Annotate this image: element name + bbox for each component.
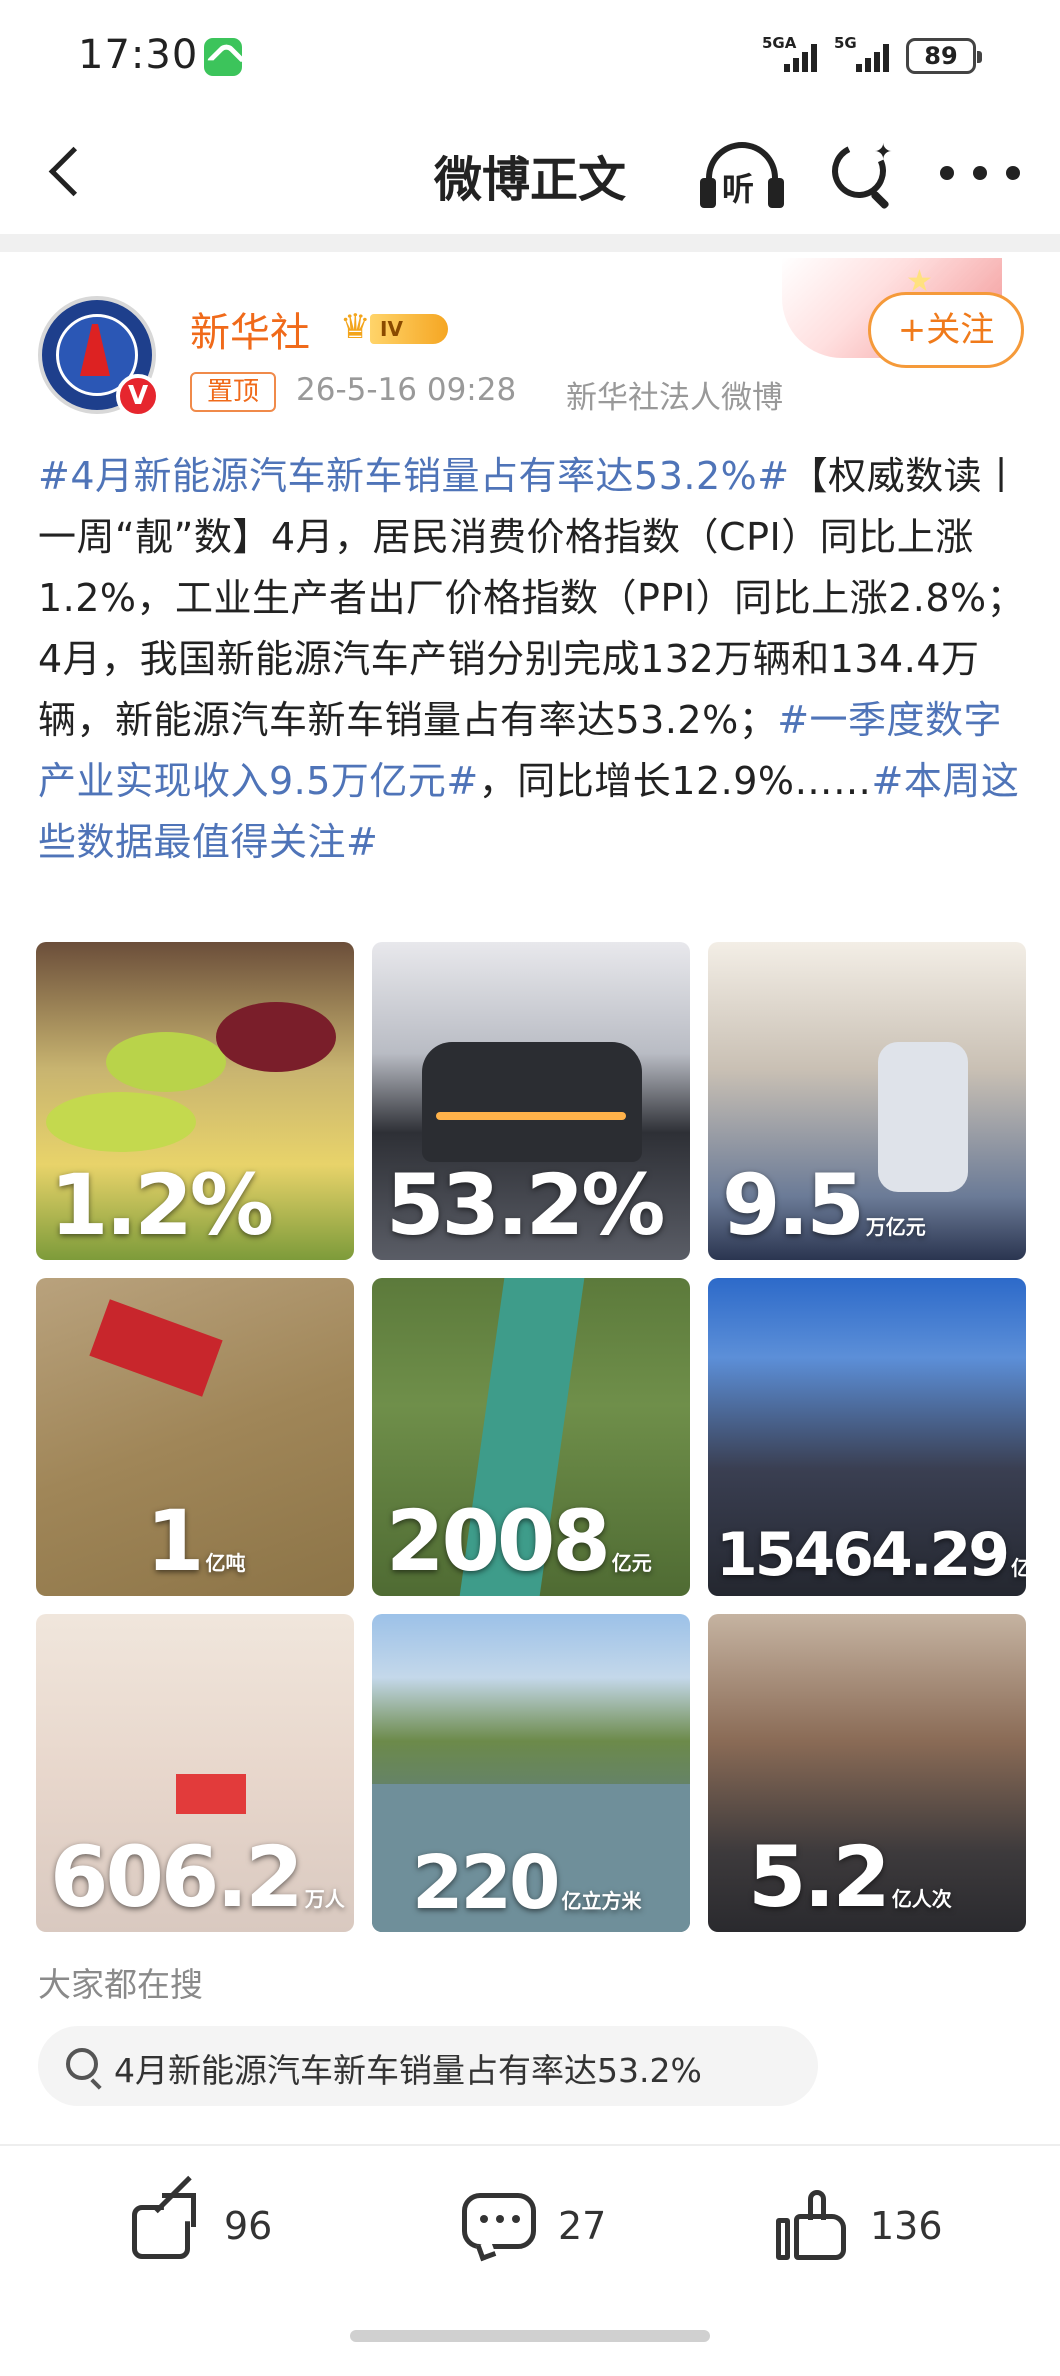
tile-value: 15464.29 <box>716 1520 1010 1590</box>
post-source: 新华社法人微博 <box>566 380 783 416</box>
image-grid: 1.2% 53.2% 9.5万亿元 1亿吨 2008亿元 15464.29亿元 … <box>36 942 1026 1932</box>
vip-level-badge: ♛ IV <box>340 308 452 346</box>
image-tile-harvester[interactable]: 1 亿吨 <box>36 1278 354 1596</box>
tile-unit: 万人 <box>304 1887 345 1911</box>
image-tile-expo[interactable]: 15464.29亿元 <box>708 1278 1026 1596</box>
image-tile-grapes[interactable]: 1.2% <box>36 942 354 1260</box>
like-button[interactable]: 136 <box>776 2186 943 2266</box>
home-indicator[interactable] <box>350 2330 710 2342</box>
battery-icon: 89 <box>906 38 982 74</box>
tile-stat: 15464.29亿元 <box>716 1520 1026 1590</box>
tile-unit: 亿元 <box>1011 1556 1026 1580</box>
tile-unit: 亿人次 <box>891 1887 952 1911</box>
tile-stat: 606.2 万人 <box>50 1828 345 1926</box>
follow-button[interactable]: +关注 <box>868 292 1024 368</box>
tile-stat: 9.5 万亿元 <box>722 1156 926 1254</box>
share-count: 96 <box>224 2204 273 2248</box>
like-count: 136 <box>870 2204 943 2248</box>
more-icon[interactable] <box>940 166 1020 186</box>
image-tile-car[interactable]: 53.2% <box>372 942 690 1260</box>
image-tile-highway[interactable]: 2008 亿元 <box>372 1278 690 1596</box>
listen-label: 听 <box>722 170 755 208</box>
tile-stat: 220 亿立方米 <box>412 1840 641 1926</box>
search-icon <box>66 2048 98 2080</box>
post-text: ，同比增长12.9%…… <box>478 759 872 803</box>
tile-value: 5.2 <box>748 1828 891 1926</box>
vip-level-label: IV <box>370 314 448 344</box>
status-bar: 17:30 5GA 5G 89 <box>0 0 1060 110</box>
tile-unit: 亿立方米 <box>561 1889 642 1913</box>
share-icon <box>132 2175 202 2259</box>
search-query: 4月新能源汽车新车销量占有率达53.2% <box>114 2051 702 2090</box>
tile-value: 53.2% <box>386 1156 665 1254</box>
listen-icon[interactable]: 听 <box>700 138 784 214</box>
tile-value: 9.5 <box>722 1156 865 1254</box>
comment-button[interactable]: 27 <box>462 2186 606 2266</box>
tile-stat: 1.2% <box>50 1156 275 1254</box>
back-icon[interactable] <box>36 140 96 200</box>
search-icon[interactable]: ✦ <box>824 136 898 210</box>
signal-label-2: 5G <box>834 34 857 52</box>
page-title: 微博正文 <box>433 152 626 208</box>
nav-bar: 微博正文 听 ✦ <box>0 110 1060 234</box>
tile-value: 606.2 <box>50 1828 304 1926</box>
image-tile-reservoir[interactable]: 220 亿立方米 <box>372 1614 690 1932</box>
post-body: #4月新能源汽车新车销量占有率达53.2%#【权威数读丨一周“靓”数】4月，居民… <box>38 446 1028 873</box>
search-section-label: 大家都在搜 <box>38 1965 203 2004</box>
search-suggestion[interactable]: 4月新能源汽车新车销量占有率达53.2% <box>38 2026 818 2106</box>
status-time: 17:30 <box>78 32 199 78</box>
tile-unit: 亿吨 <box>205 1551 246 1575</box>
tile-stat: 1 亿吨 <box>146 1492 245 1590</box>
verified-badge-icon: V <box>116 374 160 418</box>
tile-value: 2008 <box>386 1492 611 1590</box>
footer-divider <box>0 2144 1060 2146</box>
tile-stat: 5.2 亿人次 <box>748 1828 952 1926</box>
image-tile-graduates[interactable]: 606.2 万人 <box>36 1614 354 1932</box>
image-tile-library[interactable]: 5.2 亿人次 <box>708 1614 1026 1932</box>
comment-icon <box>462 2193 536 2262</box>
tile-stat: 2008 亿元 <box>386 1492 652 1590</box>
tile-unit: 亿元 <box>611 1551 652 1575</box>
comment-count: 27 <box>558 2204 607 2248</box>
battery-level: 89 <box>924 42 958 70</box>
crown-icon: ♛ <box>340 307 371 347</box>
tile-stat: 53.2% <box>386 1156 666 1254</box>
share-button[interactable]: 96 <box>132 2175 273 2266</box>
tile-value: 1.2% <box>50 1156 274 1254</box>
pinned-badge: 置顶 <box>190 372 276 412</box>
section-divider <box>0 234 1060 252</box>
topic-link[interactable]: #4月新能源汽车新车销量占有率达53.2%# <box>38 454 790 498</box>
phone-icon <box>204 38 242 76</box>
tile-value: 1 <box>146 1492 204 1590</box>
author-name[interactable]: 新华社 <box>190 300 310 358</box>
image-tile-robot[interactable]: 9.5 万亿元 <box>708 942 1026 1260</box>
tile-value: 220 <box>412 1840 560 1926</box>
like-icon <box>776 2190 848 2262</box>
tile-unit: 万亿元 <box>865 1215 926 1239</box>
post-time: 26-5-16 09:28 <box>296 372 517 408</box>
